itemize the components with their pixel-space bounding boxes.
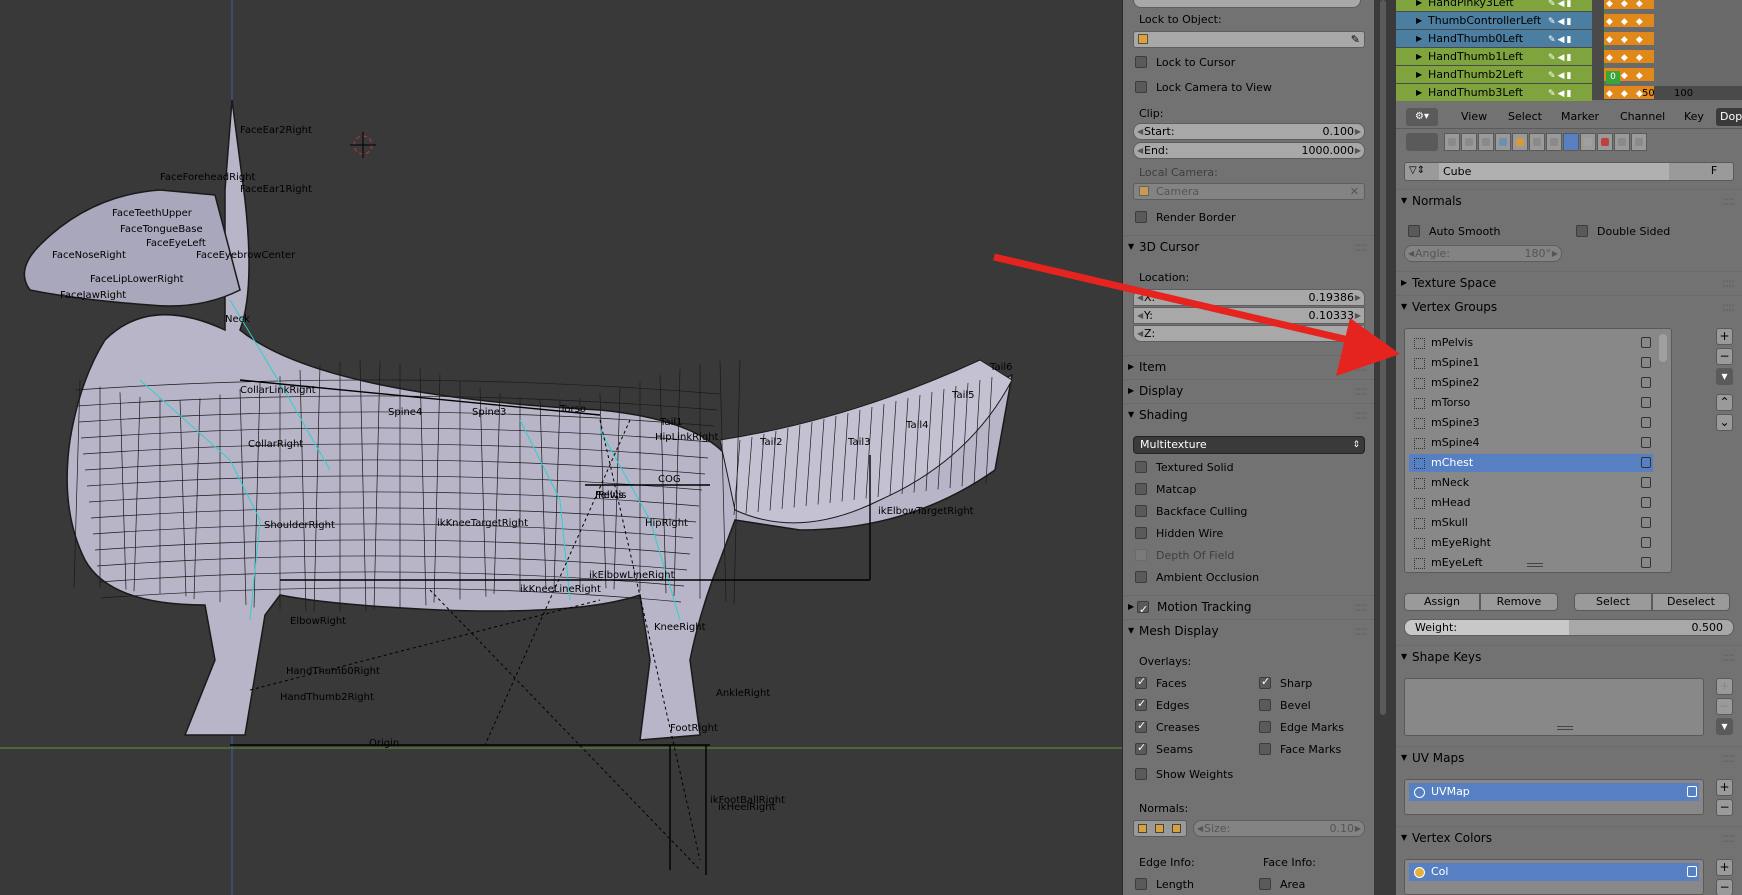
annotation-arrow-icon (993, 253, 1400, 376)
